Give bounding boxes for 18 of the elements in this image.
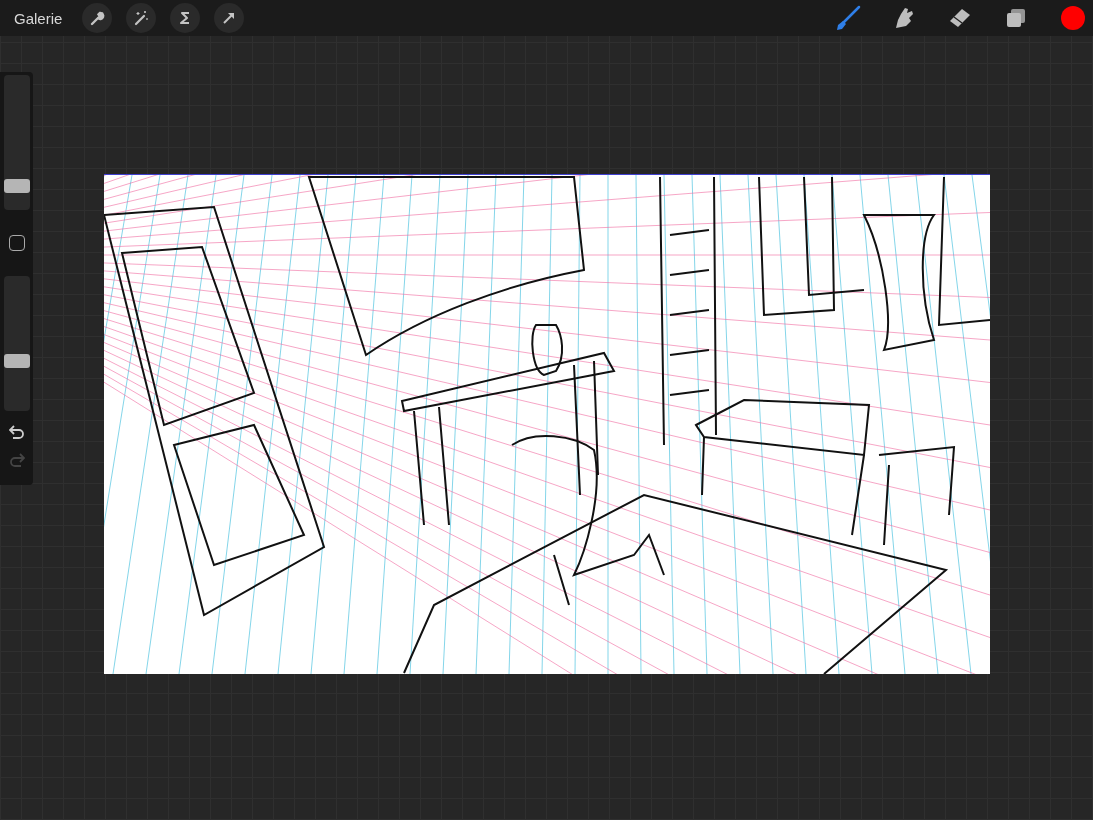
layers-icon — [1006, 8, 1026, 28]
wand-tool-button[interactable] — [126, 3, 157, 33]
slider-thumb[interactable] — [3, 354, 30, 369]
brush-size-slider[interactable] — [3, 75, 30, 210]
gallery-button[interactable]: Galerie — [14, 9, 63, 27]
eraser-icon — [948, 7, 972, 29]
selection-tool-button[interactable] — [170, 3, 201, 33]
undo-icon — [8, 425, 25, 439]
magic-wand-icon — [133, 10, 150, 26]
arrow-tool-button[interactable] — [214, 3, 245, 33]
brush-icon — [835, 5, 861, 31]
undo-button[interactable] — [8, 425, 25, 439]
slider-thumb[interactable] — [3, 178, 30, 193]
redo-icon — [8, 453, 25, 467]
color-swatch-button[interactable] — [1061, 6, 1085, 30]
opacity-slider[interactable] — [3, 276, 30, 411]
smudge-icon — [893, 6, 915, 30]
modify-button[interactable] — [8, 235, 25, 251]
